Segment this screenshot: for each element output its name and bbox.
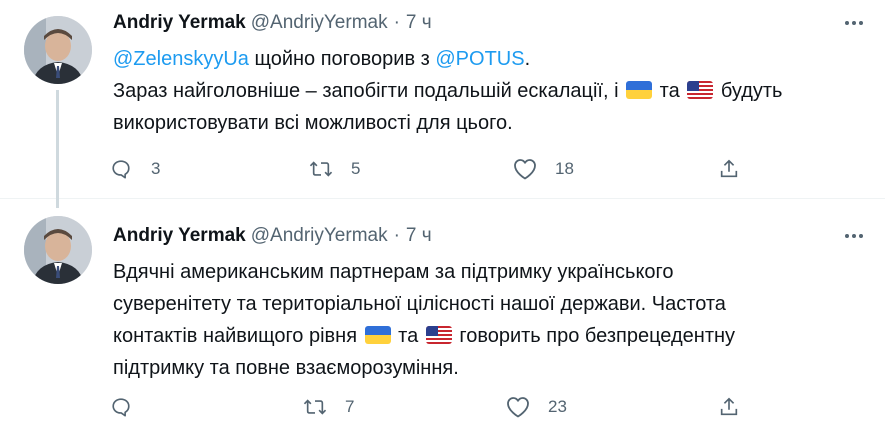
thread-connector-line xyxy=(56,90,59,208)
tweet-text: суверенітету та територіальної цілісност… xyxy=(113,293,726,315)
retweet-button[interactable]: 7 xyxy=(299,391,354,423)
author-handle[interactable]: @AndriyYermak xyxy=(251,225,388,247)
tweet-1-text: @ZelenskyyUa щойно поговорив з @POTUS. За… xyxy=(113,43,853,139)
tweet-2-text: Вдячні американським партнерам за підтри… xyxy=(113,256,853,384)
tweet-text-line: використовувати всі можливості для цього… xyxy=(113,107,853,139)
share-button[interactable] xyxy=(713,153,745,185)
reply-button[interactable]: 3 xyxy=(105,153,160,185)
more-horizontal-icon xyxy=(845,234,849,238)
tweet-text: та xyxy=(654,80,686,102)
retweet-count: 5 xyxy=(351,159,361,178)
like-button[interactable]: 23 xyxy=(502,391,567,423)
like-icon xyxy=(502,391,534,423)
retweet-icon xyxy=(305,153,337,185)
like-icon xyxy=(509,153,541,185)
tweet-text: та xyxy=(392,325,424,347)
retweet-icon xyxy=(299,391,331,423)
usa-flag-icon xyxy=(687,81,714,99)
tweet-text: Вдячні американським партнерам за підтри… xyxy=(113,261,674,283)
tweet-text: Зараз найголовніше – запобігти подальшій… xyxy=(113,80,625,102)
tweet-text: будуть xyxy=(715,80,783,102)
timestamp[interactable]: 7 ч xyxy=(406,225,432,247)
tweet-text-line: Вдячні американським партнерам за підтри… xyxy=(113,256,853,288)
reply-button[interactable] xyxy=(105,391,151,423)
tweet-text-line: підтримку та повне взаєморозуміння. xyxy=(113,352,853,384)
author-name[interactable]: Andriy Yermak xyxy=(113,12,246,34)
more-horizontal-icon xyxy=(845,21,849,25)
share-button[interactable] xyxy=(713,391,745,423)
tweet-text: говорить про безпрецедентну xyxy=(453,325,736,347)
ukraine-flag-icon xyxy=(626,81,653,99)
separator-dot: · xyxy=(393,225,400,246)
reply-icon xyxy=(105,153,137,185)
tweet-text-line: контактів найвищого рівня та говорить пр… xyxy=(113,320,853,352)
author-handle[interactable]: @AndriyYermak xyxy=(251,12,388,34)
tweet-text: щойно поговорив з xyxy=(248,48,436,70)
tweet-text-line: @ZelenskyyUa щойно поговорив з @POTUS. xyxy=(113,43,853,75)
timestamp[interactable]: 7 ч xyxy=(406,12,432,34)
avatar[interactable] xyxy=(24,16,92,84)
more-options-button[interactable] xyxy=(843,224,865,248)
retweet-button[interactable]: 5 xyxy=(305,153,360,185)
mention-link[interactable]: @ZelenskyyUa xyxy=(113,48,249,70)
like-count: 23 xyxy=(548,397,567,416)
avatar[interactable] xyxy=(24,216,92,284)
more-dot xyxy=(852,234,856,238)
author-name[interactable]: Andriy Yermak xyxy=(113,225,246,247)
usa-flag-icon xyxy=(425,326,452,344)
like-button[interactable]: 18 xyxy=(509,153,574,185)
share-icon xyxy=(713,153,745,185)
ukraine-flag-icon xyxy=(364,326,391,344)
share-icon xyxy=(713,391,745,423)
tweet-text: . xyxy=(524,48,531,70)
tweet-2-actions: 7 23 xyxy=(105,391,765,423)
separator-dot: · xyxy=(393,12,400,33)
tweet-text-line: суверенітету та територіальної цілісност… xyxy=(113,288,853,320)
reply-icon xyxy=(105,391,137,423)
tweet-1-actions: 3 5 18 xyxy=(105,153,765,185)
more-dot xyxy=(859,234,863,238)
tweet-text: використовувати всі можливості для цього… xyxy=(113,112,513,134)
tweet-1-header: Andriy Yermak @AndriyYermak · 7 ч xyxy=(113,11,432,35)
tweet-text: підтримку та повне взаєморозуміння. xyxy=(113,357,459,379)
mention-link[interactable]: @POTUS xyxy=(435,48,524,70)
more-options-button[interactable] xyxy=(843,11,865,35)
like-count: 18 xyxy=(555,159,574,178)
reply-count: 3 xyxy=(151,159,161,178)
retweet-count: 7 xyxy=(345,397,355,416)
tweet-text: контактів найвищого рівня xyxy=(113,325,363,347)
more-dot xyxy=(859,21,863,25)
tweet-2-header: Andriy Yermak @AndriyYermak · 7 ч xyxy=(113,224,432,248)
more-dot xyxy=(852,21,856,25)
tweet-text-line: Зараз найголовніше – запобігти подальшій… xyxy=(113,75,853,107)
